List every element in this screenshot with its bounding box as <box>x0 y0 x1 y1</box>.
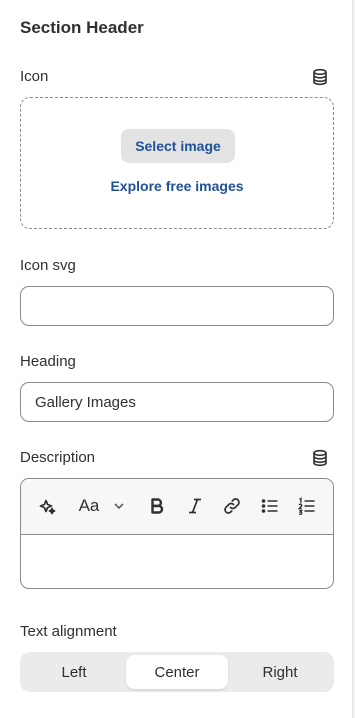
description-field-label: Description <box>20 449 96 466</box>
chevron-down-icon[interactable] <box>109 493 129 519</box>
section-title: Section Header <box>20 18 144 37</box>
icon-svg-field-label: Icon svg <box>20 257 76 274</box>
align-left-option[interactable]: Left <box>23 655 125 689</box>
text-alignment-segmented-control: Left Center Right <box>20 652 334 692</box>
image-dropzone[interactable]: Select image Explore free images <box>20 97 334 229</box>
numbered-list-icon[interactable] <box>295 493 319 519</box>
bullet-list-icon[interactable] <box>258 493 282 519</box>
text-alignment-label: Text alignment <box>20 623 117 640</box>
description-text-area[interactable] <box>21 536 333 588</box>
icon-field-label: Icon <box>20 68 49 85</box>
font-style-button[interactable]: Aa <box>75 493 103 519</box>
align-right-option[interactable]: Right <box>229 655 331 689</box>
icon-svg-input[interactable] <box>20 286 334 326</box>
editor-toolbar: Aa <box>21 479 333 535</box>
settings-panel: Section Header Icon Select image Explore… <box>0 0 353 718</box>
dynamic-source-icon[interactable] <box>311 68 329 86</box>
heading-field-label: Heading <box>20 353 76 370</box>
bold-icon[interactable] <box>145 493 169 519</box>
select-image-button[interactable]: Select image <box>121 129 235 163</box>
explore-free-images-link[interactable]: Explore free images <box>21 178 333 194</box>
dynamic-source-icon[interactable] <box>311 449 329 467</box>
magic-icon[interactable] <box>35 493 59 519</box>
link-icon[interactable] <box>220 493 244 519</box>
rich-text-editor: Aa <box>20 478 334 589</box>
heading-input[interactable] <box>20 382 334 422</box>
align-center-option[interactable]: Center <box>126 655 228 689</box>
italic-icon[interactable] <box>183 493 207 519</box>
